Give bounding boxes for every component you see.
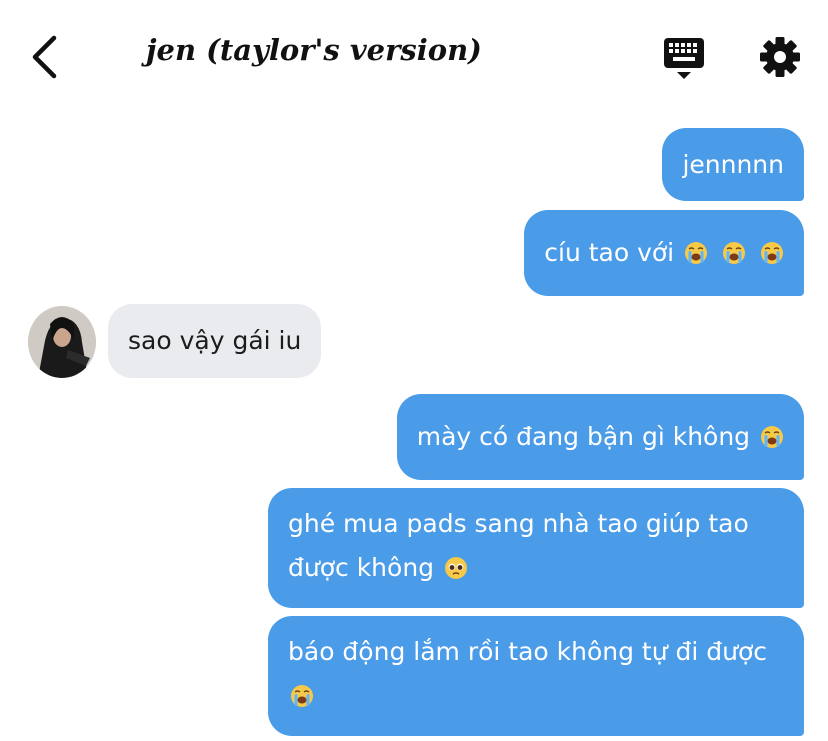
message-bubble-sent[interactable]: báo động lắm rồi tao không tự đi được	[268, 616, 804, 736]
keyboard-toggle-button[interactable]	[660, 36, 708, 82]
loudly-crying-face-emoji-icon	[761, 426, 783, 448]
message-text: báo động lắm rồi tao không tự đi được	[288, 637, 768, 666]
avatar-photo	[28, 306, 96, 378]
loudly-crying-face-emoji-icon	[291, 685, 313, 707]
gear-icon	[760, 37, 800, 77]
chevron-left-icon	[32, 35, 57, 79]
message-bubble-sent[interactable]: jennnnn	[662, 128, 804, 201]
message-text: ghé mua pads sang nhà tao giúp tao được …	[288, 509, 749, 582]
loudly-crying-face-emoji-icon	[761, 242, 783, 264]
message-text: jennnnn	[682, 150, 784, 179]
chat-header: jen (taylor's version)	[0, 0, 828, 110]
loudly-crying-face-emoji-icon	[685, 242, 708, 264]
back-button[interactable]	[26, 34, 66, 80]
message-bubble-sent[interactable]: cíu tao với	[524, 210, 804, 296]
pleading-face-emoji-icon	[445, 557, 467, 579]
message-bubble-received[interactable]: sao vậy gái iu	[108, 304, 322, 378]
contact-avatar[interactable]	[28, 306, 96, 378]
settings-button[interactable]	[756, 34, 804, 80]
keyboard-icon	[664, 38, 704, 79]
message-bubble-sent[interactable]: mày có đang bận gì không	[396, 394, 804, 480]
conversation-title: jen (taylor's version)	[146, 33, 482, 67]
message-text: mày có đang bận gì không	[416, 422, 751, 451]
message-bubble-sent[interactable]: ghé mua pads sang nhà tao giúp tao được …	[268, 488, 804, 608]
loudly-crying-face-emoji-icon	[723, 242, 746, 264]
message-text: sao vậy gái iu	[128, 326, 302, 355]
message-text: cíu tao với	[544, 238, 675, 267]
